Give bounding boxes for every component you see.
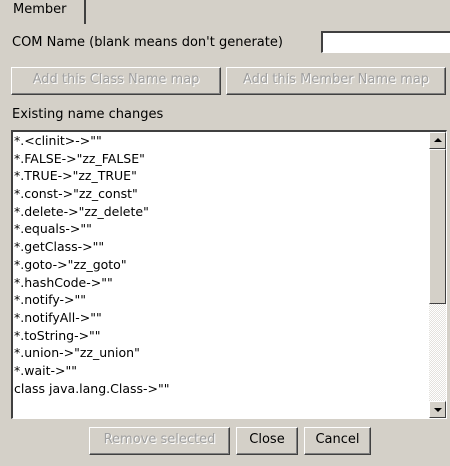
list-item[interactable]: *.<clinit>->"" bbox=[13, 132, 429, 150]
tab-member-label: Member bbox=[13, 2, 67, 17]
scroll-down-button[interactable] bbox=[429, 401, 446, 418]
list-item[interactable]: *.notify->"" bbox=[13, 291, 429, 309]
list-item[interactable]: class java.lang.Class->"" bbox=[13, 380, 429, 398]
cancel-button[interactable]: Cancel bbox=[304, 427, 371, 455]
vertical-scrollbar[interactable] bbox=[429, 132, 446, 418]
list-item[interactable]: *.equals->"" bbox=[13, 220, 429, 238]
list-item[interactable]: *.goto->"zz_goto" bbox=[13, 256, 429, 274]
list-item[interactable]: *.FALSE->"zz_FALSE" bbox=[13, 150, 429, 168]
list-item[interactable]: *.toString->"" bbox=[13, 327, 429, 345]
list-item[interactable]: *.const->"zz_const" bbox=[13, 185, 429, 203]
list-item[interactable]: *.TRUE->"zz_TRUE" bbox=[13, 167, 429, 185]
add-member-name-map-button[interactable]: Add this Member Name map bbox=[226, 67, 446, 95]
remove-selected-button[interactable]: Remove selected bbox=[89, 427, 230, 455]
com-name-input[interactable] bbox=[321, 31, 450, 53]
list-item[interactable]: *.delete->"zz_delete" bbox=[13, 203, 429, 221]
add-class-name-map-button[interactable]: Add this Class Name map bbox=[11, 67, 221, 95]
arrow-up-icon bbox=[434, 138, 442, 142]
list-item[interactable]: *.notifyAll->"" bbox=[13, 309, 429, 327]
existing-name-changes-list[interactable]: *.<clinit>->"" *.FALSE->"zz_FALSE" *.TRUE-… bbox=[11, 130, 447, 419]
list-item[interactable]: *.union->"zz_union" bbox=[13, 344, 429, 362]
existing-name-changes-label: Existing name changes bbox=[12, 107, 164, 122]
list-items: *.<clinit>->"" *.FALSE->"zz_FALSE" *.TRUE-… bbox=[13, 132, 429, 397]
com-name-label: COM Name (blank means don't generate) bbox=[12, 35, 283, 50]
arrow-down-icon bbox=[434, 408, 442, 412]
scroll-up-button[interactable] bbox=[429, 132, 446, 149]
list-item[interactable]: *.wait->"" bbox=[13, 362, 429, 380]
scroll-thumb[interactable] bbox=[429, 149, 446, 304]
close-button[interactable]: Close bbox=[236, 427, 298, 455]
list-item[interactable]: *.hashCode->"" bbox=[13, 274, 429, 292]
list-item[interactable]: *.getClass->"" bbox=[13, 238, 429, 256]
tab-member[interactable]: Member bbox=[6, 0, 86, 24]
